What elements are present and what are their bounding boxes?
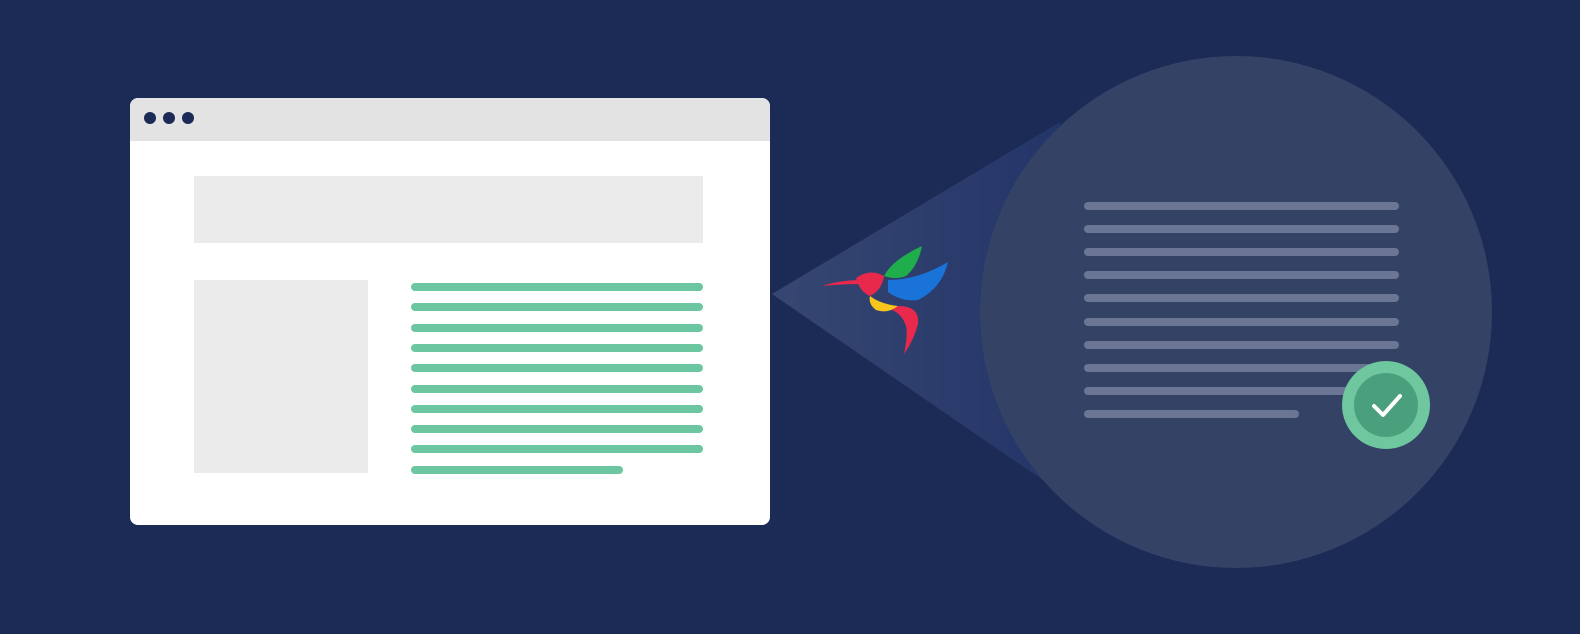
browser-window	[130, 98, 770, 525]
text-line	[1084, 248, 1399, 257]
text-line	[411, 283, 703, 291]
window-dot-icon	[182, 112, 194, 124]
text-line	[1084, 294, 1399, 303]
illustration-canvas	[0, 0, 1580, 634]
image-placeholder	[194, 280, 368, 473]
header-placeholder	[194, 176, 703, 243]
magnifier-circle	[980, 56, 1492, 568]
text-line	[411, 445, 703, 454]
window-dot-icon	[163, 112, 175, 124]
text-line	[411, 465, 623, 474]
text-line	[411, 404, 703, 413]
text-line	[1084, 225, 1399, 234]
text-line	[1084, 409, 1299, 418]
checkmark-icon	[1372, 394, 1402, 417]
browser-titlebar	[130, 98, 770, 141]
text-line	[411, 323, 703, 332]
checkmark-badge	[1342, 361, 1430, 449]
text-line	[411, 384, 703, 393]
text-line	[411, 343, 703, 352]
text-line	[411, 425, 703, 434]
text-line	[411, 364, 703, 373]
text-line	[1084, 317, 1399, 326]
text-line	[1084, 271, 1399, 280]
text-line	[1084, 202, 1399, 210]
window-dot-icon	[144, 112, 156, 124]
hummingbird-logo	[822, 246, 948, 354]
text-line	[1084, 340, 1399, 349]
text-line	[411, 303, 703, 312]
